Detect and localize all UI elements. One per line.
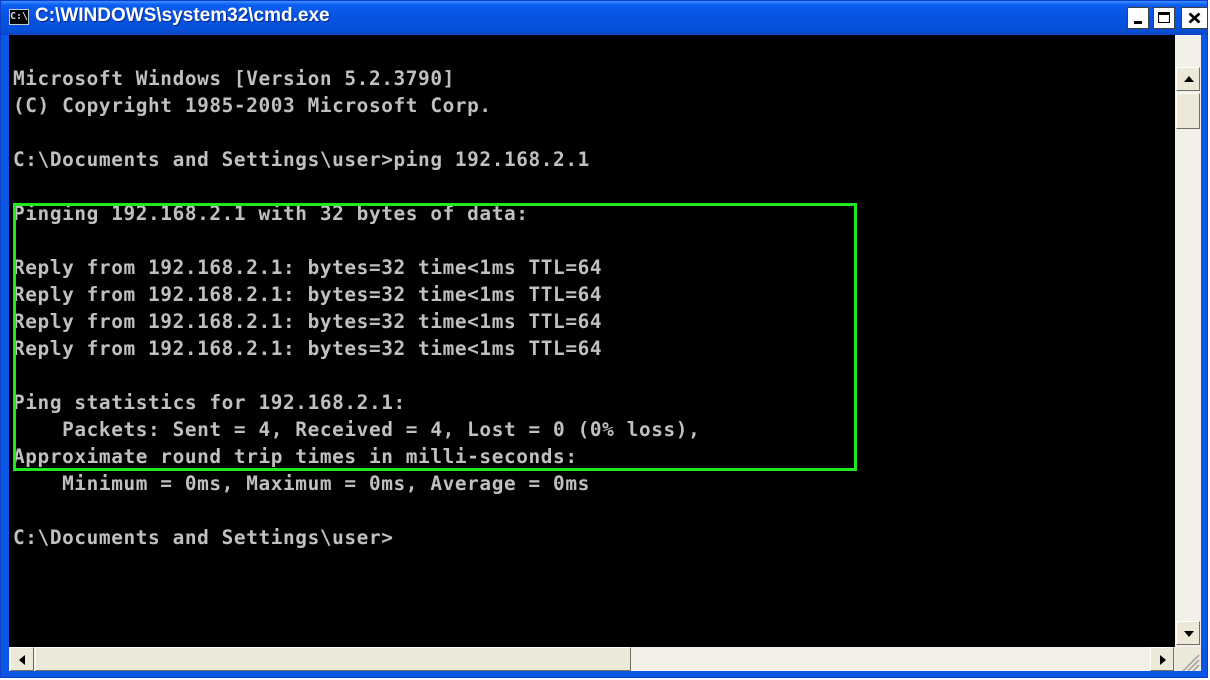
vertical-scroll-thumb[interactable] (1176, 93, 1200, 129)
scroll-left-button[interactable] (10, 647, 34, 671)
window-title: C:\WINDOWS\system32\cmd.exe (35, 5, 330, 26)
console-line: C:\Documents and Settings\user>ping 192.… (13, 148, 590, 171)
cmd-window: C:\ C:\WINDOWS\system32\cmd.exe Microsof… (0, 0, 1208, 678)
close-icon (1188, 12, 1201, 24)
arrow-right-icon (1160, 655, 1166, 665)
minimize-icon (1134, 21, 1142, 24)
client-area: Microsoft Windows [Version 5.2.3790] (C) … (9, 35, 1201, 672)
arrow-left-icon (19, 655, 25, 665)
horizontal-scroll-thumb[interactable] (35, 647, 631, 671)
size-grip[interactable] (1175, 647, 1201, 672)
arrow-down-icon (1184, 631, 1194, 637)
minimize-button[interactable] (1127, 7, 1149, 29)
scroll-right-button[interactable] (1150, 647, 1174, 671)
close-button[interactable] (1181, 7, 1208, 29)
scroll-up-button[interactable] (1176, 67, 1200, 91)
cmd-icon-label: C:\ (10, 11, 29, 22)
title-bar[interactable]: C:\ C:\WINDOWS\system32\cmd.exe (1, 1, 1208, 35)
console-output[interactable]: Microsoft Windows [Version 5.2.3790] (C) … (9, 35, 1175, 647)
maximize-button[interactable] (1153, 7, 1175, 29)
size-grip-icon (1182, 654, 1200, 672)
console-line: C:\Documents and Settings\user> (13, 526, 394, 549)
maximize-icon (1158, 12, 1170, 23)
horizontal-scrollbar[interactable] (9, 647, 1175, 671)
vertical-scrollbar[interactable] (1175, 35, 1201, 647)
console-line: (C) Copyright 1985-2003 Microsoft Corp. (13, 94, 492, 117)
cmd-icon[interactable]: C:\ (9, 9, 29, 25)
scroll-down-button[interactable] (1176, 621, 1200, 645)
console-line: Microsoft Windows [Version 5.2.3790] (13, 67, 455, 90)
ping-result-highlight (13, 203, 857, 471)
console-line: Minimum = 0ms, Maximum = 0ms, Average = … (13, 472, 590, 495)
arrow-up-icon (1184, 76, 1194, 82)
